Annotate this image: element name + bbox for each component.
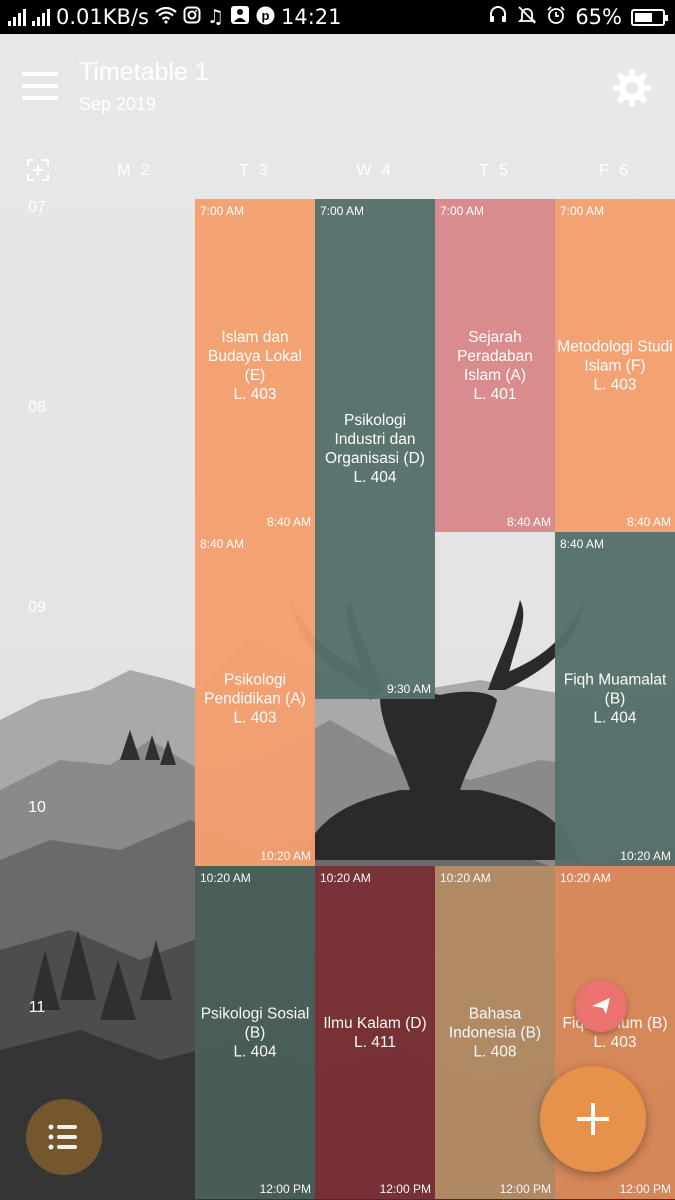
event-block[interactable]: 7:00 AM Islam dan Budaya Lokal (E) L. 403 8… bbox=[195, 199, 315, 532]
list-button[interactable] bbox=[26, 1099, 102, 1175]
event-room: L. 404 bbox=[593, 709, 637, 727]
event-name: Bahasa Indonesia (B) bbox=[448, 1005, 542, 1041]
day-label: F 6 bbox=[598, 162, 632, 179]
event-room: L. 408 bbox=[473, 1043, 517, 1060]
battery-percent: 65% bbox=[575, 5, 622, 29]
network-speed: 0.01KB/s bbox=[56, 5, 149, 29]
event-name: Metodologi Studi Islam (F) bbox=[557, 338, 673, 374]
navigation-button[interactable] bbox=[575, 980, 627, 1032]
event-details: Bahasa Indonesia (B) L. 408 bbox=[435, 1004, 555, 1061]
timetable-title[interactable]: Timetable 1 bbox=[79, 58, 209, 87]
list-icon bbox=[48, 1124, 77, 1150]
event-end-time: 12:00 PM bbox=[259, 1182, 311, 1196]
event-start-time: 10:20 AM bbox=[200, 871, 251, 885]
event-block[interactable]: 10:20 AM Ilmu Kalam (D) L. 411 12:00 PM bbox=[315, 866, 435, 1199]
event-name: Psikologi Sosial (B) bbox=[200, 1005, 310, 1041]
event-room: L. 404 bbox=[353, 469, 397, 486]
event-name: Sejarah Peradaban Islam (A) bbox=[457, 328, 533, 384]
toolbar: Timetable 1 Sep 2019 bbox=[0, 34, 675, 144]
hour-label: 11 bbox=[28, 999, 46, 1016]
event-start-time: 10:20 AM bbox=[560, 871, 611, 885]
event-name: Psikologi Pendidikan (A) bbox=[204, 671, 306, 708]
event-end-time: 10:20 AM bbox=[620, 849, 671, 863]
event-details: Psikologi Pendidikan (A) L. 403 bbox=[195, 671, 315, 728]
alarm-icon bbox=[546, 5, 566, 29]
instagram-icon bbox=[183, 6, 201, 28]
navigation-arrow-icon bbox=[592, 998, 610, 1014]
hour-label: 09 bbox=[28, 599, 46, 616]
event-room: L. 411 bbox=[354, 1033, 396, 1051]
event-block[interactable]: 8:40 AM Psikologi Pendidikan (A) L. 403 10:… bbox=[195, 532, 315, 866]
event-end-time: 12:00 PM bbox=[619, 1182, 671, 1196]
event-end-time: 10:20 AM bbox=[260, 849, 311, 863]
event-end-time: 8:40 AM bbox=[626, 515, 671, 529]
event-start-time: 7:00 AM bbox=[320, 204, 365, 218]
event-start-time: 10:20 AM bbox=[440, 871, 491, 885]
hamburger-menu-icon[interactable] bbox=[22, 72, 58, 100]
event-start-time: 10:20 AM bbox=[320, 871, 371, 885]
event-start-time: 7:00 AM bbox=[560, 204, 605, 218]
mute-bell-icon bbox=[517, 5, 537, 29]
month-subtitle: Sep 2019 bbox=[79, 94, 157, 114]
event-name: Psikologi Industri dan Organisasi (D) bbox=[325, 412, 425, 467]
add-event-button[interactable] bbox=[540, 1066, 646, 1172]
hour-label: 07 bbox=[28, 199, 46, 216]
event-name: Islam dan Budaya Lokal (E) bbox=[208, 328, 302, 384]
event-details: Psikologi Sosial (B) L. 404 bbox=[195, 1004, 315, 1061]
event-room: L. 403 bbox=[233, 709, 277, 727]
event-end-time: 8:40 AM bbox=[266, 515, 311, 529]
wifi-icon bbox=[155, 6, 177, 28]
status-bar: 0.01KB/s ♫ p 14:21 65% bbox=[0, 0, 675, 34]
focus-today-icon[interactable] bbox=[26, 158, 50, 182]
day-label: T 3 bbox=[239, 162, 271, 179]
event-end-time: 8:40 AM bbox=[506, 515, 551, 529]
event-end-time: 12:00 PM bbox=[499, 1182, 551, 1196]
event-room: L. 404 bbox=[233, 1043, 277, 1060]
cell-signal-icon bbox=[8, 8, 26, 26]
battery-icon bbox=[631, 8, 668, 26]
event-details: Fiqh Muamalat (B) L. 404 bbox=[555, 671, 675, 728]
event-block[interactable]: 8:40 AM Fiqh Muamalat (B) L. 404 10:20 AM bbox=[555, 532, 675, 866]
event-end-time: 12:00 PM bbox=[379, 1182, 431, 1196]
event-room: L. 401 bbox=[473, 385, 517, 403]
plus-icon bbox=[577, 1103, 609, 1135]
event-details: Sejarah Peradaban Islam (A) L. 401 bbox=[435, 328, 555, 404]
event-block[interactable]: 10:20 AM Bahasa Indonesia (B) L. 408 12:00 … bbox=[435, 866, 555, 1199]
event-start-time: 8:40 AM bbox=[200, 537, 245, 551]
hour-label: 10 bbox=[28, 799, 46, 816]
pinterest-icon: p bbox=[256, 6, 275, 29]
event-start-time: 7:00 AM bbox=[440, 204, 485, 218]
headset-icon bbox=[488, 5, 508, 29]
timetable-app: 0.01KB/s ♫ p 14:21 65% Timetable 1 Sep 2… bbox=[0, 0, 675, 1200]
hour-label: 08 bbox=[28, 399, 46, 416]
event-start-time: 7:00 AM bbox=[200, 204, 245, 218]
event-block[interactable]: 10:20 AM Psikologi Sosial (B) L. 404 12:00 … bbox=[195, 866, 315, 1199]
event-room: L. 403 bbox=[593, 1033, 637, 1051]
day-label: W 4 bbox=[356, 162, 394, 179]
event-room: L. 403 bbox=[593, 376, 637, 393]
event-block[interactable]: 7:00 AM Metodologi Studi Islam (F) L. 403 8… bbox=[555, 199, 675, 532]
cell-signal-2-icon bbox=[32, 8, 50, 26]
event-details: Islam dan Budaya Lokal (E) L. 403 bbox=[195, 328, 315, 404]
day-label: T 5 bbox=[479, 162, 511, 179]
app-notification-icon bbox=[230, 5, 250, 29]
event-end-time: 9:30 AM bbox=[386, 682, 431, 696]
gear-icon[interactable] bbox=[610, 66, 654, 110]
day-label: M 2 bbox=[117, 162, 153, 179]
svg-text:p: p bbox=[262, 8, 270, 23]
event-details: Psikologi Industri dan Organisasi (D) L. … bbox=[315, 411, 435, 487]
event-block[interactable]: 7:00 AM Sejarah Peradaban Islam (A) L. 401… bbox=[435, 199, 555, 532]
event-block[interactable]: 7:00 AM Psikologi Industri dan Organisasi… bbox=[315, 199, 435, 699]
event-name: Fiqh Muamalat (B) bbox=[563, 671, 667, 708]
event-name: Ilmu Kalam (D) bbox=[323, 1014, 427, 1032]
day-header: M 2 T 3 W 4 T 5 F 6 bbox=[0, 146, 675, 198]
music-note-icon: ♫ bbox=[206, 5, 224, 28]
event-details: Metodologi Studi Islam (F) L. 403 bbox=[555, 337, 675, 394]
event-start-time: 8:40 AM bbox=[560, 537, 605, 551]
clock: 14:21 bbox=[281, 5, 342, 29]
event-room: L. 403 bbox=[233, 385, 277, 403]
event-details: Ilmu Kalam (D) L. 411 bbox=[315, 1014, 435, 1052]
